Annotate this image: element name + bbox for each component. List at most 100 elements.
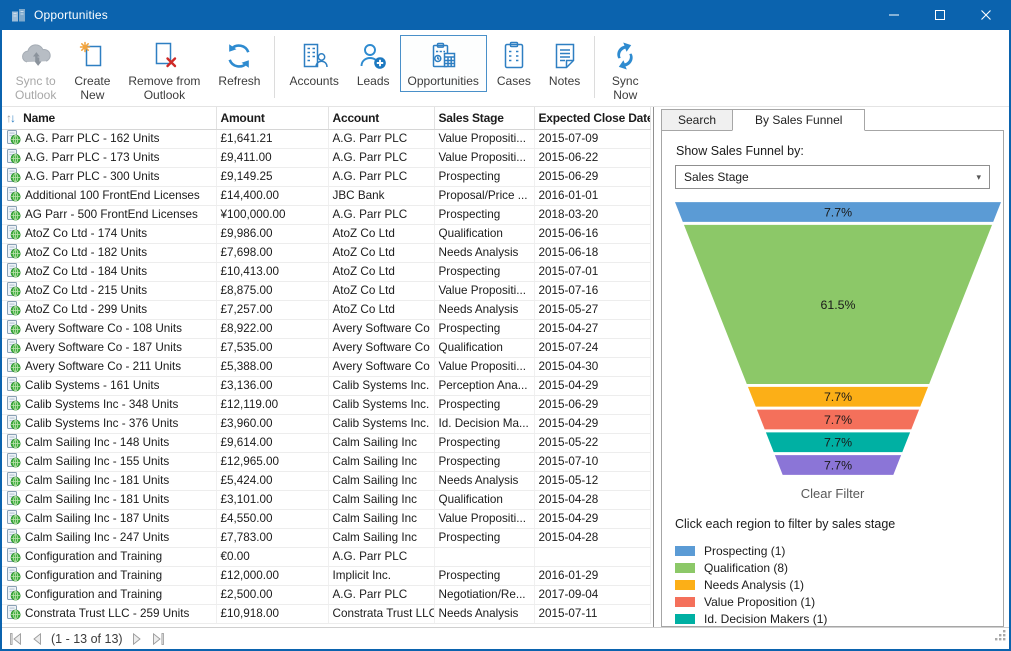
toolbar-button-sync-to-outlook[interactable]: Sync to Outlook [7,35,64,106]
title-bar: Opportunities [2,0,1009,30]
toolbar-button-opportunities[interactable]: Opportunities [400,35,487,92]
cell-account: AtoZ Co Ltd [328,244,434,263]
column-header-expected-close-date[interactable]: Expected Close Date [534,107,650,130]
cell-expected-close-date [534,548,650,567]
funnel-by-select[interactable]: Sales Stage ▾ [675,165,990,189]
cell-expected-close-date: 2015-04-28 [534,529,650,548]
cell-sales-stage: Value Propositi... [434,282,534,301]
cell-amount: £10,413.00 [216,263,328,282]
cell-account: JBC Bank [328,187,434,206]
table-row[interactable]: AtoZ Co Ltd - 184 Units£10,413.00AtoZ Co… [2,263,650,282]
table-row[interactable]: Calm Sailing Inc - 181 Units£5,424.00Cal… [2,472,650,491]
first-page-icon[interactable] [9,633,23,645]
cell-name: Calib Systems Inc - 376 Units [2,415,216,434]
table-row[interactable]: Calm Sailing Inc - 247 Units£7,783.00Cal… [2,529,650,548]
clear-filter-button[interactable]: Clear Filter [675,486,990,501]
cell-sales-stage: Qualification [434,339,534,358]
clipboard-list-icon [499,39,529,73]
column-header-amount[interactable]: Amount [216,107,328,130]
cell-name: Configuration and Training [2,586,216,605]
table-row[interactable]: Calm Sailing Inc - 187 Units£4,550.00Cal… [2,510,650,529]
table-row[interactable]: Calib Systems - 161 Units£3,136.00Calib … [2,377,650,396]
table-row[interactable]: Configuration and Training€0.00A.G. Parr… [2,548,650,567]
cell-name: AG Parr - 500 FrontEnd Licenses [2,206,216,225]
funnel-segment-label: 7.7% [824,458,852,472]
toolbar-button-remove-from-outlook[interactable]: Remove from Outlook [120,35,208,106]
table-row[interactable]: Calm Sailing Inc - 155 Units£12,965.00Ca… [2,453,650,472]
table-row[interactable]: Avery Software Co - 211 Units£5,388.00Av… [2,358,650,377]
cell-name: Avery Software Co - 211 Units [2,358,216,377]
toolbar-label: Create New [74,74,110,102]
table-row[interactable]: Avery Software Co - 187 Units£7,535.00Av… [2,339,650,358]
toolbar-button-refresh[interactable]: Refresh [210,35,268,92]
opportunity-record-icon [6,510,21,525]
table-row[interactable]: AG Parr - 500 FrontEnd Licenses¥100,000.… [2,206,650,225]
legend-item: Id. Decision Makers (1) [675,610,990,627]
table-row[interactable]: Avery Software Co - 108 Units£8,922.00Av… [2,320,650,339]
toolbar-button-notes[interactable]: Notes [541,35,588,92]
cell-expected-close-date: 2015-04-27 [534,320,650,339]
column-header-sales-stage[interactable]: Sales Stage [434,107,534,130]
cell-expected-close-date: 2015-07-24 [534,339,650,358]
cell-amount: £8,922.00 [216,320,328,339]
cell-name: AtoZ Co Ltd - 184 Units [2,263,216,282]
table-row[interactable]: AtoZ Co Ltd - 299 Units£7,257.00AtoZ Co … [2,301,650,320]
previous-page-icon[interactable] [32,633,42,645]
tab-by-sales-funnel[interactable]: By Sales Funnel [732,109,865,131]
table-row[interactable]: AtoZ Co Ltd - 174 Units£9,986.00AtoZ Co … [2,225,650,244]
maximize-icon[interactable] [917,0,963,30]
table-row[interactable]: Additional 100 FrontEnd Licenses£14,400.… [2,187,650,206]
column-header-account[interactable]: Account [328,107,434,130]
cell-account: AtoZ Co Ltd [328,225,434,244]
toolbar-button-cases[interactable]: Cases [489,35,539,92]
table-row[interactable]: A.G. Parr PLC - 300 Units£9,149.25A.G. P… [2,168,650,187]
cell-expected-close-date: 2015-06-29 [534,168,650,187]
toolbar-label: Leads [357,74,390,88]
close-icon[interactable] [963,0,1009,30]
cell-amount: £3,101.00 [216,491,328,510]
window-title: Opportunities [34,8,108,22]
tab-search[interactable]: Search [661,109,733,131]
opportunity-record-icon [6,529,21,544]
table-row[interactable]: A.G. Parr PLC - 162 Units£1,641.21A.G. P… [2,130,650,149]
funnel-segment-label: 7.7% [824,436,852,450]
cell-sales-stage: Prospecting [434,263,534,282]
opportunity-record-icon [6,244,21,259]
table-row[interactable]: Configuration and Training£2,500.00A.G. … [2,586,650,605]
funnel-segment-label: 7.7% [824,205,852,219]
table-row[interactable]: Configuration and Training£12,000.00Impl… [2,567,650,586]
toolbar-button-create-new[interactable]: Create New [66,35,118,106]
table-row[interactable]: Constrata Trust LLC - 259 Units£10,918.0… [2,605,650,624]
opportunity-record-icon [6,301,21,316]
table-row[interactable]: Calib Systems Inc - 376 Units£3,960.00Ca… [2,415,650,434]
table-header-row: ↑↓ Name Amount Account Sales Stage Expec… [2,107,650,130]
minimize-icon[interactable] [871,0,917,30]
cell-name: Configuration and Training [2,567,216,586]
table-row[interactable]: AtoZ Co Ltd - 215 Units£8,875.00AtoZ Co … [2,282,650,301]
toolbar-button-leads[interactable]: Leads [349,35,398,92]
table-row[interactable]: Calm Sailing Inc - 148 Units£9,614.00Cal… [2,434,650,453]
next-page-icon[interactable] [132,633,142,645]
cell-expected-close-date: 2015-06-18 [534,244,650,263]
toolbar-button-sync-now[interactable]: Sync Now [601,35,649,106]
cell-expected-close-date: 2015-05-12 [534,472,650,491]
last-page-icon[interactable] [151,633,165,645]
cell-name: AtoZ Co Ltd - 299 Units [2,301,216,320]
refresh-icon [223,39,255,73]
table-row[interactable]: A.G. Parr PLC - 173 Units£9,411.00A.G. P… [2,149,650,168]
cell-expected-close-date: 2015-05-27 [534,301,650,320]
table-row[interactable]: Calib Systems Inc - 348 Units£12,119.00C… [2,396,650,415]
legend-item: Prospecting (1) [675,542,990,559]
table-row[interactable]: AtoZ Co Ltd - 182 Units£7,698.00AtoZ Co … [2,244,650,263]
cell-name: A.G. Parr PLC - 300 Units [2,168,216,187]
cell-amount: £12,965.00 [216,453,328,472]
opportunity-record-icon [6,206,21,221]
cell-amount: £3,960.00 [216,415,328,434]
resize-grip[interactable] [994,629,1007,647]
sync-arrows-icon [609,39,641,73]
column-header-name[interactable]: ↑↓ Name [2,107,216,130]
toolbar-button-accounts[interactable]: Accounts [281,35,346,92]
cell-sales-stage: Prospecting [434,320,534,339]
cell-amount: £9,411.00 [216,149,328,168]
table-row[interactable]: Calm Sailing Inc - 181 Units£3,101.00Cal… [2,491,650,510]
